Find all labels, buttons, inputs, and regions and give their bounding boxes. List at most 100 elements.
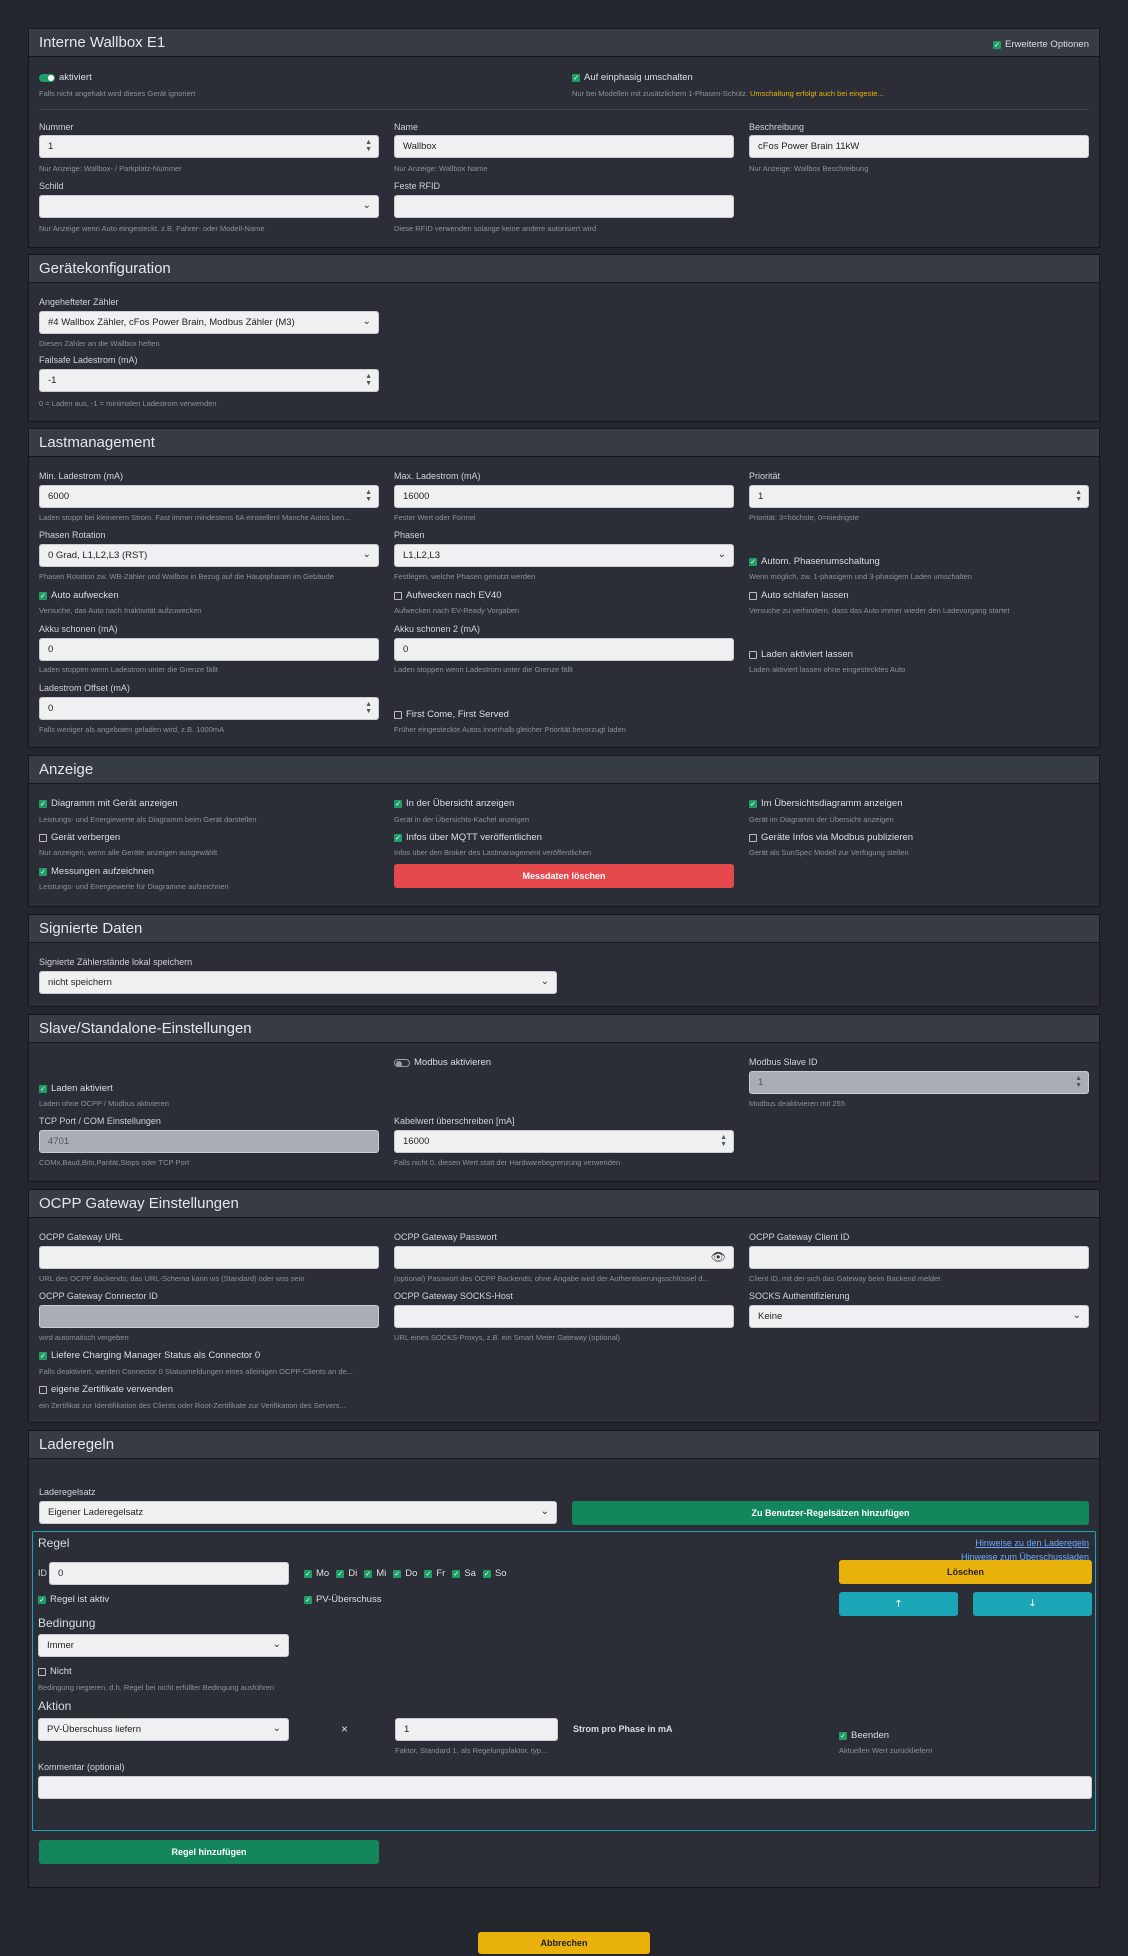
abbrechen-button[interactable]: Abbrechen <box>478 1932 650 1954</box>
nicht-checkbox[interactable]: Nicht <box>38 1666 72 1677</box>
rfid-input[interactable] <box>394 195 734 218</box>
kabelwert-input[interactable]: 16000 ▲ ▼ <box>394 1130 734 1153</box>
modbus-publizieren-checkbox[interactable]: Geräte Infos via Modbus publizieren <box>749 832 913 843</box>
schild-select[interactable]: ⌄ <box>39 195 379 218</box>
day-checkbox-do[interactable]: ✓ Do <box>393 1568 417 1579</box>
anzeige-section: Anzeige ✓ Diagramm mit Gerät anzeigen Lei… <box>28 755 1100 907</box>
hinweis-laderegeln-link[interactable]: Hinweise zu den Laderegeln <box>975 1538 1089 1548</box>
strom-label: Strom pro Phase in mA <box>573 1724 673 1734</box>
spinner-icon[interactable]: ▲ ▼ <box>365 373 372 387</box>
aufwecken-ev40-checkbox[interactable]: Aufwecken nach EV40 <box>394 590 502 601</box>
laden-aktiviert-checkbox[interactable]: ✓ Laden aktiviert <box>39 1083 113 1094</box>
zertifikate-checkbox[interactable]: eigene Zertifikate verwenden <box>39 1384 173 1395</box>
name-label: Name <box>394 122 419 132</box>
aktiviert-toggle[interactable]: aktiviert <box>39 72 92 83</box>
regel-hinzufuegen-button[interactable]: Regel hinzufügen <box>39 1840 379 1864</box>
rfid-hint: Diese RFID verwenden solange keine ander… <box>394 224 597 233</box>
erweitert-checkbox[interactable]: ✓ Erweiterte Optionen <box>993 39 1089 50</box>
min-ladestrom-input[interactable]: 6000 ▲ ▼ <box>39 485 379 508</box>
fcfs-hint: Früher eingesteckte Autos innerhalb glei… <box>394 725 626 734</box>
day-checkbox-mi[interactable]: ✓ Mi <box>364 1568 386 1579</box>
auto-aufwecken-checkbox[interactable]: ✓ Auto aufwecken <box>39 590 119 601</box>
faktor-input[interactable]: 1 <box>395 1718 558 1741</box>
auto-phasenumschaltung-checkbox[interactable]: ✓ Autom. Phasenumschaltung <box>749 556 880 567</box>
offset-input[interactable]: 0 ▲ ▼ <box>39 697 379 720</box>
charging-manager-checkbox[interactable]: ✓ Liefere Charging Manager Status als Con… <box>39 1350 260 1361</box>
auto-schlafen-checkbox[interactable]: Auto schlafen lassen <box>749 590 849 601</box>
beschreibung-input[interactable]: cFos Power Brain 11kW <box>749 135 1089 158</box>
regel-aktiv-checkbox[interactable]: ✓ Regel ist aktiv <box>38 1594 109 1605</box>
bedingung-select[interactable]: Immer ⌄ <box>38 1634 289 1657</box>
bedingung-title: Bedingung <box>38 1616 96 1630</box>
phasen-rotation-hint: Phasen Rotation zw. WB-Zähler und Wallbo… <box>39 572 334 581</box>
chevron-down-icon: ⌄ <box>540 1506 549 1517</box>
max-ladestrom-input[interactable]: 16000 <box>394 485 734 508</box>
section-title: Anzeige <box>39 761 94 778</box>
ocpp-socks-input[interactable] <box>394 1305 734 1328</box>
messdaten-loeschen-button[interactable]: Messdaten löschen <box>394 864 734 888</box>
nummer-input[interactable]: 1 ▲ ▼ <box>39 135 379 158</box>
toggle-icon <box>394 1058 410 1067</box>
ocpp-url-input[interactable] <box>39 1246 379 1269</box>
beenden-checkbox[interactable]: ✓ Beenden <box>839 1730 889 1741</box>
uebersichtsdiagramm-checkbox[interactable]: ✓ Im Übersichtsdiagramm anzeigen <box>749 798 903 809</box>
laden-aktiviert-lassen-checkbox[interactable]: Laden aktiviert lassen <box>749 649 853 660</box>
name-input[interactable]: Wallbox <box>394 135 734 158</box>
ocpp-client-id-input[interactable] <box>749 1246 1089 1269</box>
slave-id-input[interactable]: 1 ▲ ▼ <box>749 1071 1089 1094</box>
spinner-icon[interactable]: ▲ ▼ <box>365 489 372 503</box>
chevron-down-icon: ⌄ <box>362 549 371 560</box>
section-title: Slave/Standalone-Einstellungen <box>39 1020 252 1037</box>
socks-auth-label: SOCKS Authentifizierung <box>749 1291 850 1301</box>
tcp-input[interactable]: 4701 <box>39 1130 379 1153</box>
kommentar-input[interactable] <box>38 1776 1092 1799</box>
day-checkbox-fr[interactable]: ✓ Fr <box>424 1568 445 1579</box>
einphasig-hint: Nur bei Modellen mit zusätzlichem 1-Phas… <box>572 89 884 98</box>
move-down-button[interactable]: 🡓 <box>973 1592 1092 1616</box>
fcfs-checkbox[interactable]: First Come, First Served <box>394 709 509 720</box>
benutzer-regelsaetze-button[interactable]: Zu Benutzer-Regelsätzen hinzufügen <box>572 1501 1089 1525</box>
akku-schonen2-input[interactable]: 0 <box>394 638 734 661</box>
spinner-icon[interactable]: ▲ ▼ <box>365 701 372 715</box>
day-checkbox-sa[interactable]: ✓ Sa <box>452 1568 476 1579</box>
id-input[interactable]: 0 <box>49 1562 289 1585</box>
section-header: Lastmanagement <box>29 429 1099 457</box>
ocpp-passwort-input[interactable]: 👁 <box>394 1246 734 1269</box>
zaehler-label: Angehefteter Zähler <box>39 297 119 307</box>
mqtt-checkbox[interactable]: ✓ Infos über MQTT veröffentlichen <box>394 832 542 843</box>
einphasig-checkbox[interactable]: ✓ Auf einphasig umschalten <box>572 72 693 83</box>
geraet-verbergen-checkbox[interactable]: Gerät verbergen <box>39 832 120 843</box>
messungen-checkbox[interactable]: ✓ Messungen aufzeichnen <box>39 866 154 877</box>
akku-schonen2-label: Akku schonen 2 (mA) <box>394 624 481 634</box>
modbus-aktivieren-toggle[interactable]: Modbus aktivieren <box>394 1057 491 1068</box>
spinner-icon[interactable]: ▲ ▼ <box>365 139 372 153</box>
prioritaet-input[interactable]: 1 ▲ ▼ <box>749 485 1089 508</box>
spinner-icon[interactable]: ▲ ▼ <box>1075 1075 1082 1089</box>
akku-schonen-input[interactable]: 0 <box>39 638 379 661</box>
laderegelsatz-select[interactable]: Eigener Laderegelsatz ⌄ <box>39 1501 557 1524</box>
toggle-icon <box>39 73 55 82</box>
signiert-select[interactable]: nicht speichern ⌄ <box>39 971 557 994</box>
diagramm-checkbox[interactable]: ✓ Diagramm mit Gerät anzeigen <box>39 798 178 809</box>
day-checkbox-di[interactable]: ✓ Di <box>336 1568 357 1579</box>
aktion-select[interactable]: PV-Überschuss liefern ⌄ <box>38 1718 289 1741</box>
pv-ueberschuss-checkbox[interactable]: ✓ PV-Überschuss <box>304 1594 381 1605</box>
day-checkbox-mo[interactable]: ✓ Mo <box>304 1568 329 1579</box>
spinner-icon[interactable]: ▲ ▼ <box>1075 489 1082 503</box>
uebersicht-checkbox[interactable]: ✓ In der Übersicht anzeigen <box>394 798 514 809</box>
zaehler-select[interactable]: #4 Wallbox Zähler, cFos Power Brain, Mod… <box>39 311 379 334</box>
move-up-button[interactable]: 🡑 <box>839 1592 958 1616</box>
eye-icon[interactable]: 👁 <box>711 1250 726 1264</box>
chevron-down-icon: ⌄ <box>1072 1310 1081 1321</box>
phasen-rotation-select[interactable]: 0 Grad, L1,L2,L3 (RST) ⌄ <box>39 544 379 567</box>
phasen-select[interactable]: L1,L2,L3 ⌄ <box>394 544 734 567</box>
akku-schonen-label: Akku schonen (mA) <box>39 624 118 634</box>
day-checkbox-so[interactable]: ✓ So <box>482 1568 507 1579</box>
socks-auth-select[interactable]: Keine ⌄ <box>749 1305 1089 1328</box>
ocpp-connector-input[interactable] <box>39 1305 379 1328</box>
regel-loeschen-button[interactable]: Löschen <box>839 1560 1092 1584</box>
laden-aktiviert-lassen-hint: Laden aktiviert lassen ohne eingesteckte… <box>749 665 906 674</box>
failsafe-input[interactable]: -1 ▲ ▼ <box>39 369 379 392</box>
spinner-icon[interactable]: ▲ ▼ <box>720 1134 727 1148</box>
phasen-rotation-label: Phasen Rotation <box>39 530 106 540</box>
